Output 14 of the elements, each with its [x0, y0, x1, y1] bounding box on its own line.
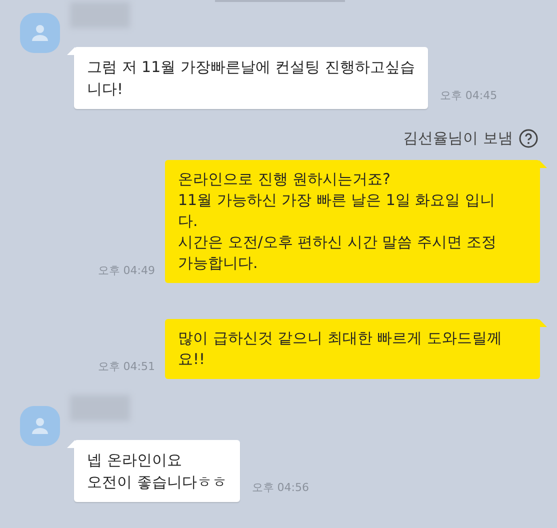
message-bubble: 넵 온라인이요 오전이 좋습니다ㅎㅎ — [74, 440, 240, 502]
avatar-icon — [20, 406, 60, 446]
sender-note: 김선율님이 보냄 — [403, 128, 513, 149]
message-bubble: 온라인으로 진행 원하시는거죠? 11월 가능하신 가장 빠른 날은 1일 화요일 입니 다. 시간은 오전/오후 편하신 시간 말씀 주시면 조정 가능합니다. — [165, 160, 540, 282]
message-bubble: 그럼 저 11월 가장빠른날에 컨설팅 진행하고싶습 니다! — [74, 47, 428, 109]
message-time: 오후 04:51 — [98, 359, 155, 375]
message-time: 오후 04:56 — [252, 480, 309, 496]
bubble-tail — [539, 318, 547, 326]
bubble-tail — [539, 160, 547, 168]
message-time: 오후 04:45 — [440, 88, 498, 104]
help-icon[interactable] — [519, 128, 538, 148]
message-bubble: 많이 급하신것 같으니 최대한 빠르게 도와드릴께 요!! — [165, 318, 540, 378]
avatar-icon — [20, 13, 60, 53]
message-time: 오후 04:49 — [98, 263, 155, 279]
